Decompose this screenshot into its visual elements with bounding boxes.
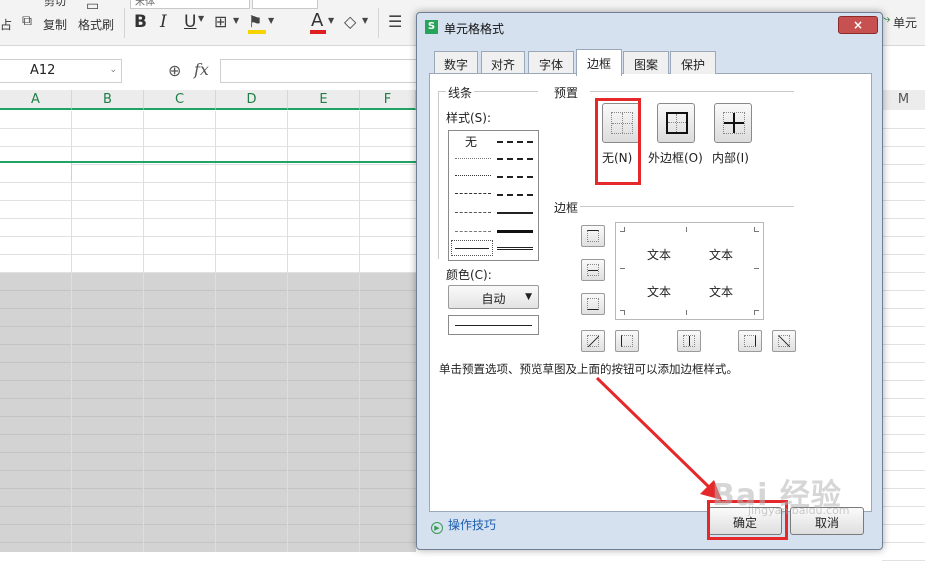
arrow-shaft bbox=[595, 376, 714, 492]
watermark-url: jingyan.baidu.com bbox=[748, 504, 850, 517]
